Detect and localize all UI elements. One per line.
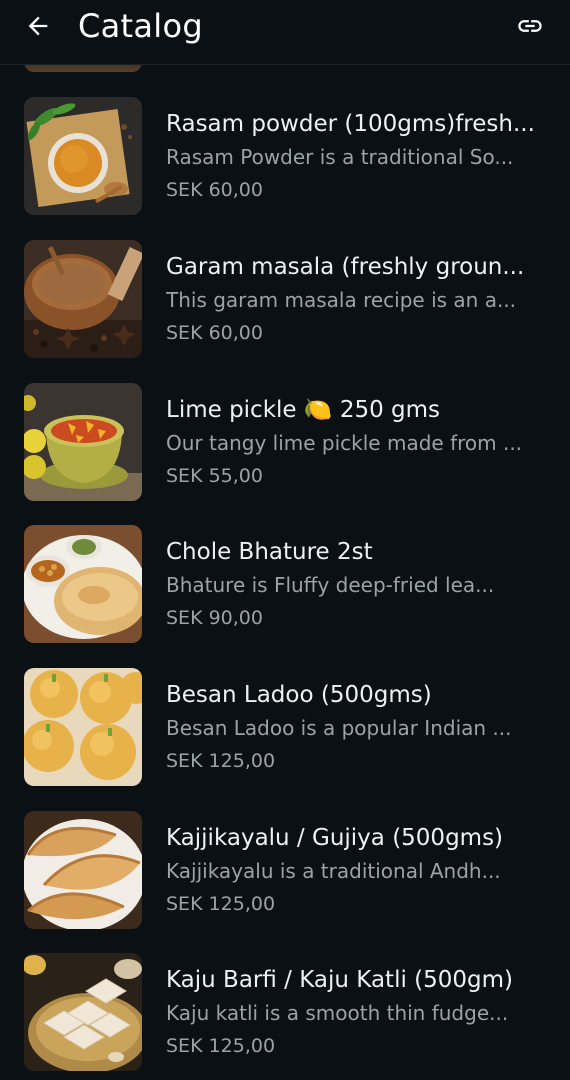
product-description: This garam masala recipe is an a... [166, 288, 517, 312]
link-icon [516, 12, 544, 44]
product-name: Lime pickle 🍋 250 gms [166, 397, 441, 423]
product-image-kaju-barfi [24, 953, 142, 1071]
product-item-garam-masala[interactable]: Garam masala (freshly groun... This gara… [0, 240, 570, 360]
product-price: SEK 125,00 [166, 1035, 276, 1057]
back-button[interactable] [18, 8, 58, 48]
product-image-garam-masala [24, 240, 142, 358]
product-item-chole-bhature[interactable]: Chole Bhature 2st Bhature is Fluffy deep… [0, 525, 570, 645]
product-price: SEK 55,00 [166, 465, 263, 487]
product-price: SEK 60,00 [166, 179, 263, 201]
product-image-chole-bhature [24, 525, 142, 643]
product-name: Rasam powder (100gms)fresh... [166, 111, 535, 137]
product-name: Kajjikayalu / Gujiya (500gms) [166, 825, 504, 851]
product-image-lime-pickle [24, 383, 142, 501]
product-description: Our tangy lime pickle made from ... [166, 431, 523, 455]
product-image-rasam-powder [24, 97, 142, 215]
product-description: Kajjikayalu is a traditional Andh... [166, 859, 501, 883]
product-price: SEK 90,00 [166, 607, 263, 629]
product-item-kaju-barfi[interactable]: Kaju Barfi / Kaju Katli (500gm) Kaju kat… [0, 953, 570, 1073]
product-item-besan-ladoo[interactable]: Besan Ladoo (500gms) Besan Ladoo is a po… [0, 668, 570, 788]
product-price: SEK 60,00 [166, 322, 263, 344]
arrow-left-icon [24, 12, 52, 44]
product-description: Kaju katli is a smooth thin fudge... [166, 1001, 509, 1025]
share-link-button[interactable] [510, 8, 550, 48]
page-title: Catalog [78, 7, 203, 45]
product-item-lime-pickle[interactable]: Lime pickle 🍋 250 gms Our tangy lime pic… [0, 383, 570, 503]
product-price: SEK 125,00 [166, 750, 276, 772]
product-item-kajjikayalu-gujiya[interactable]: Kajjikayalu / Gujiya (500gms) Kajjikayal… [0, 811, 570, 931]
product-description: Rasam Powder is a traditional So... [166, 145, 514, 169]
product-name: Kaju Barfi / Kaju Katli (500gm) [166, 967, 514, 993]
product-image-kajjikayalu-gujiya [24, 811, 142, 929]
product-name: Garam masala (freshly groun... [166, 254, 525, 280]
product-price: SEK 125,00 [166, 893, 276, 915]
product-name: Besan Ladoo (500gms) [166, 682, 432, 708]
product-name: Chole Bhature 2st [166, 539, 373, 565]
product-item-rasam-powder[interactable]: Rasam powder (100gms)fresh... Rasam Powd… [0, 97, 570, 217]
product-image-besan-ladoo [24, 668, 142, 786]
product-description: Bhature is Fluffy deep-fried lea... [166, 573, 495, 597]
product-description: Besan Ladoo is a popular Indian ... [166, 716, 512, 740]
app-bar: Catalog [0, 0, 570, 65]
